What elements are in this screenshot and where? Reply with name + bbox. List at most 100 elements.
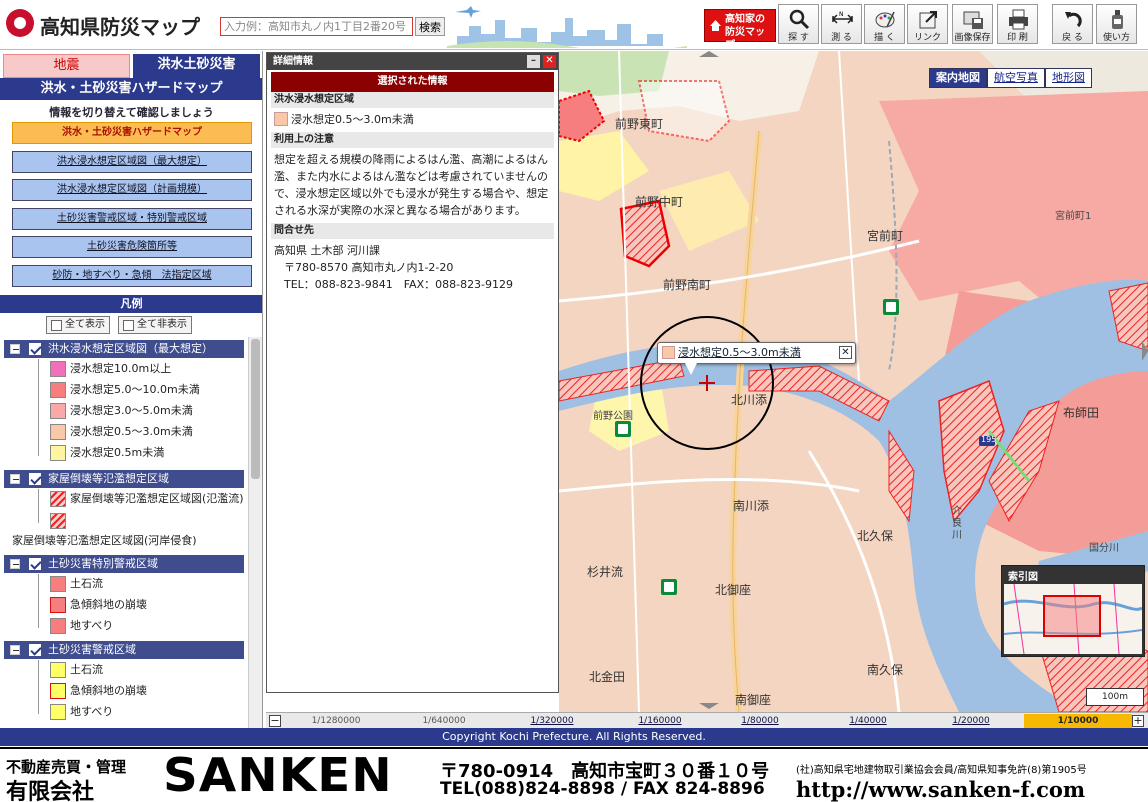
scale-option[interactable]: 1/160000 [606, 714, 714, 728]
map-label: 杉井流 [587, 565, 624, 579]
detail-info-panel: 詳細情報 – ✕ 選択された情報 洪水浸水想定区域 浸水想定0.5～3.0m未満… [266, 52, 559, 693]
legend-group-house-collapse[interactable]: 家屋倒壊等氾濫想定区域 [4, 470, 244, 488]
map-button-sediment-warning[interactable]: 土砂災害警戒区域・特別警戒区域 [12, 208, 252, 230]
overview-map[interactable]: 索引図 [1001, 565, 1145, 657]
legend-item: 浸水想定0.5m未満 [50, 443, 164, 463]
map-label: 国分川 [1089, 543, 1119, 554]
undo-icon [1065, 12, 1082, 28]
svg-text:N: N [839, 11, 844, 18]
show-all-label: 全て表示 [65, 319, 105, 330]
scrollbar-thumb[interactable] [251, 339, 260, 479]
zoom-out-button[interactable]: − [269, 715, 281, 727]
legend-item: 土石流 [50, 574, 103, 594]
legend-swatch [50, 576, 66, 592]
map-type-terrain[interactable]: 地形図 [1045, 68, 1092, 88]
panel-hint: 情報を切り替えて確認しましょう [49, 106, 214, 119]
scale-option[interactable]: 1/40000 [814, 714, 922, 728]
legend-item-label: 浸水想定0.5m未満 [70, 446, 165, 459]
scale-option-current[interactable]: 1/10000 [1024, 714, 1132, 729]
legend-swatch [50, 597, 66, 613]
popup-close-icon[interactable]: ✕ [839, 346, 852, 359]
save-image-tool-button[interactable]: 画像保存 [952, 4, 993, 44]
link-tool-button[interactable]: リンク [907, 4, 948, 44]
address-search-input[interactable] [220, 17, 413, 36]
print-tool-button[interactable]: 印 刷 [997, 4, 1038, 44]
group-checkbox[interactable] [29, 473, 41, 485]
legend-title: 凡例 [0, 295, 262, 313]
tab-flood-sediment[interactable]: 洪水土砂災害 [133, 54, 260, 78]
copyright-text: Copyright Kochi Prefecture. All Rights R… [442, 730, 706, 743]
map-type-guide[interactable]: 案内地図 [929, 68, 987, 88]
scale-selector: − 1/1280000 1/640000 1/320000 1/160000 1… [266, 712, 1148, 729]
hide-all-button[interactable]: 全て非表示 [118, 316, 192, 334]
popup-label[interactable]: 浸水想定0.5～3.0m未満 [678, 346, 801, 359]
measure-tool-button[interactable]: N 測 る [821, 4, 862, 44]
detail-header: 詳細情報 – ✕ [267, 53, 558, 70]
legend-item: 家屋倒壊等氾濫想定区域図(氾濫流) [50, 489, 244, 509]
legend-list: 洪水浸水想定区域図（最大想定） 浸水想定10.0m以上 浸水想定5.0～10.0… [0, 337, 262, 728]
map-scale-badge: 100m [1086, 688, 1144, 706]
scale-option[interactable]: 1/80000 [706, 714, 814, 728]
minimize-icon[interactable]: – [527, 55, 540, 68]
tree-line [38, 359, 39, 456]
close-icon[interactable]: ✕ [543, 55, 556, 68]
legend-group-flood-max[interactable]: 洪水浸水想定区域図（最大想定） [4, 340, 244, 358]
group-checkbox[interactable] [29, 644, 41, 656]
legend-group-label: 土砂災害特別警戒区域 [48, 557, 158, 570]
scale-option[interactable]: 1/320000 [498, 714, 606, 728]
kochi-home-bousai-map-button[interactable]: 高知家の 防災マップ [704, 9, 776, 51]
legend-group-sediment-special[interactable]: 土砂災害特別警戒区域 [4, 555, 244, 573]
map-label: 前野公園 [593, 411, 633, 422]
collapse-icon[interactable] [10, 559, 20, 569]
map-label: 南御座 [735, 693, 772, 707]
footer-url[interactable]: http://www.sanken-f.com [796, 777, 1085, 802]
selected-info-bar: 選択された情報 [271, 72, 554, 92]
collapse-icon[interactable] [10, 474, 20, 484]
group-checkbox[interactable] [29, 558, 41, 570]
map-button-sediment-danger[interactable]: 土砂災害危険箇所等 [12, 236, 252, 258]
map-button-legal-zones[interactable]: 砂防・地すべり・急傾 法指定区域 [12, 265, 252, 287]
collapse-icon[interactable] [10, 645, 20, 655]
map-label: 南川添 [733, 499, 770, 513]
uncheck-icon [123, 320, 134, 331]
contact-dept: 高知県 土木部 河川課 [274, 244, 380, 257]
route-number: 195 [981, 435, 997, 444]
search-tool-button[interactable]: 探 す [778, 4, 819, 44]
zoom-in-button[interactable]: + [1132, 715, 1144, 727]
collapse-icon[interactable] [10, 344, 20, 354]
save-image-icon [963, 11, 983, 29]
map-button-flood-plan[interactable]: 洪水浸水想定区域図（計画規模） [12, 179, 252, 201]
back-tool-button[interactable]: 戻 る [1052, 4, 1093, 44]
scale-option: 1/1280000 [311, 716, 361, 726]
show-all-button[interactable]: 全て表示 [46, 316, 110, 334]
map-label: 前野東町 [615, 117, 664, 131]
overview-map-canvas[interactable] [1003, 583, 1143, 655]
app-title: 高知県防災マップ [40, 15, 200, 39]
measure-tool-label: 測 る [831, 33, 852, 43]
legend-item-label: 急傾斜地の崩壊 [70, 598, 147, 611]
evacuation-site-icon[interactable] [661, 579, 677, 595]
legend-item-label: 浸水想定0.5～3.0m未満 [70, 425, 193, 438]
evacuation-site-icon[interactable] [883, 299, 899, 315]
tab-earthquake[interactable]: 地震 [3, 54, 130, 78]
map-button-hazard-map[interactable]: 洪水・土砂災害ハザードマップ [12, 122, 252, 144]
help-tool-label: 使い方 [1102, 33, 1130, 43]
map-view[interactable]: 前野東町 前野中町 前野南町 北川添 南川添 北久保 杉井流 南御座 北御座 北… [559, 51, 1148, 712]
scale-option[interactable]: 1/20000 [917, 714, 1025, 728]
legend-item-label: 土石流 [70, 577, 103, 590]
contact-address: 〒780-8570 高知市丸ノ内1-2-20 [284, 261, 454, 274]
section-head-contact: 問合せ先 [271, 223, 554, 239]
overview-map-title: 索引図 [1008, 572, 1038, 583]
map-identify-popup[interactable]: 浸水想定0.5～3.0m未満 ✕ [657, 342, 856, 364]
draw-tool-button[interactable]: 描 く [864, 4, 905, 44]
legend-group-sediment-warning[interactable]: 土砂災害警戒区域 [4, 641, 244, 659]
evacuation-site-icon[interactable] [615, 421, 631, 437]
help-tool-button[interactable]: 使い方 [1096, 4, 1137, 44]
map-button-flood-max[interactable]: 洪水浸水想定区域図（最大想定） [12, 151, 252, 173]
hazard-control-panel: 地震 洪水土砂災害 洪水・土砂災害ハザードマップ 情報を切り替えて確認しましょう… [0, 51, 263, 728]
map-type-aerial[interactable]: 航空写真 [987, 68, 1045, 88]
search-button[interactable]: 検索 [415, 17, 445, 36]
legend-scrollbar[interactable] [248, 337, 262, 728]
footer-phone: TEL(088)824-8898 / FAX 824-8896 [440, 779, 765, 799]
group-checkbox[interactable] [29, 343, 41, 355]
